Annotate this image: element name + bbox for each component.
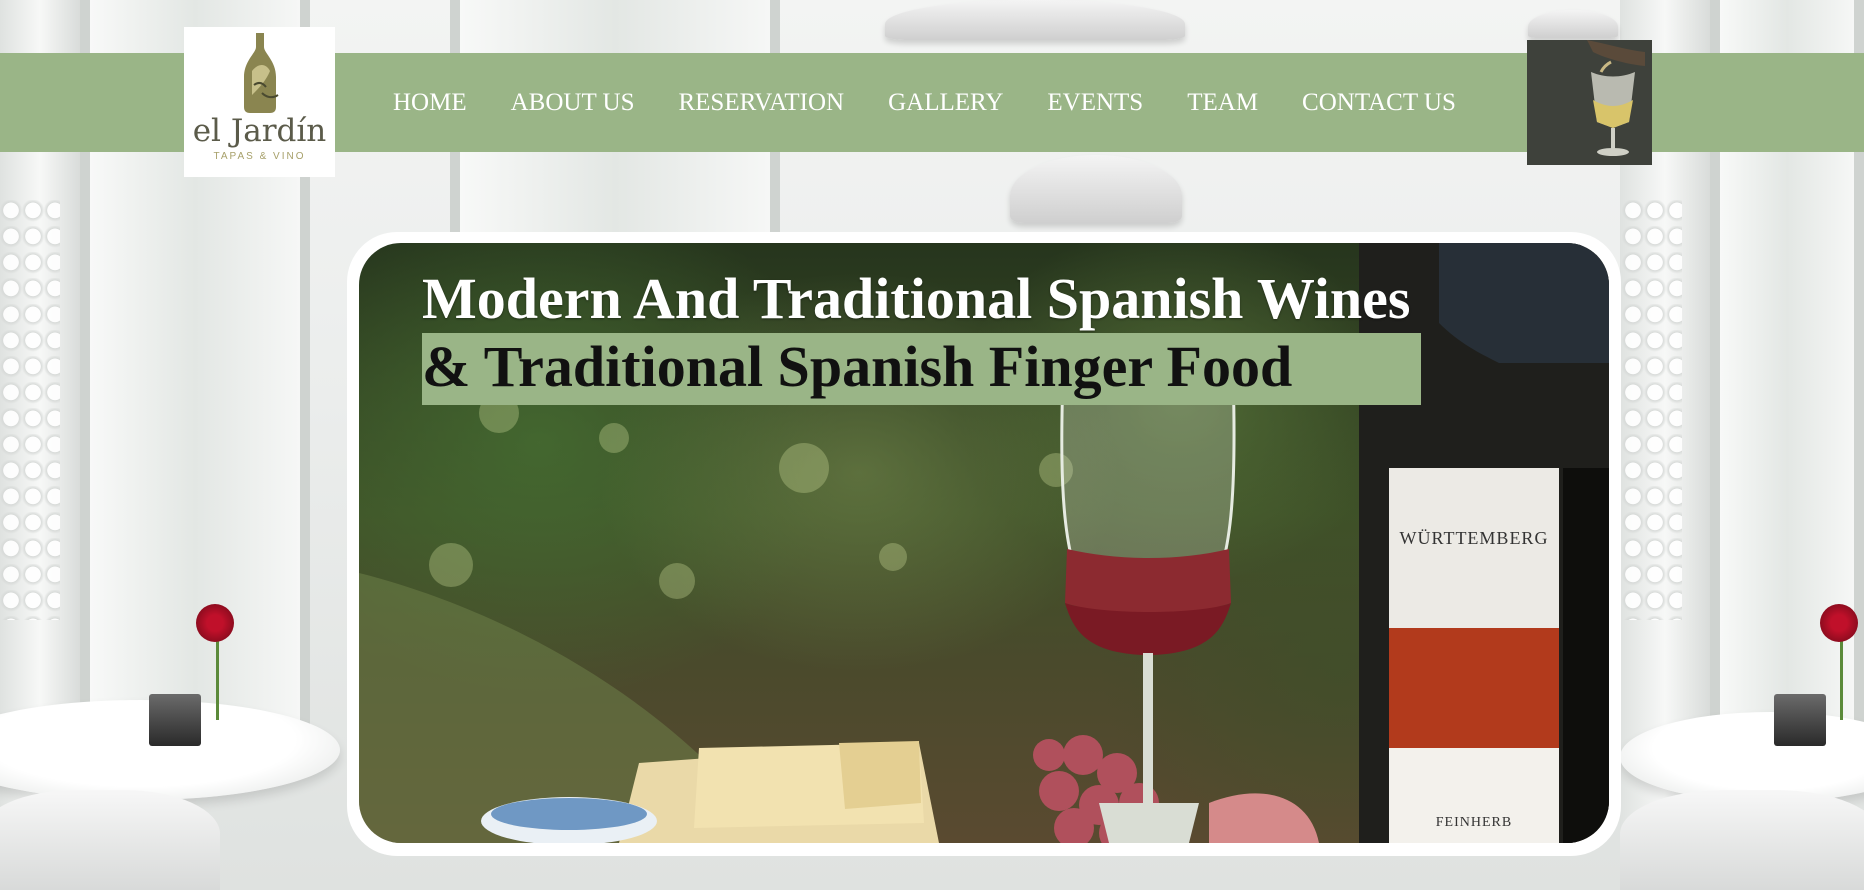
brand-logo[interactable]: el Jardín TAPAS & VINO: [184, 27, 335, 177]
hero-banner: WÜRTTEMBERG FEINHERB Modern And Traditio…: [359, 243, 1609, 843]
nav-team[interactable]: TEAM: [1165, 89, 1280, 117]
nav-reservation[interactable]: RESERVATION: [656, 89, 866, 117]
background-chair: [1620, 790, 1864, 890]
background-wall-pattern: [1622, 200, 1682, 620]
red-flower: [1820, 604, 1858, 642]
hero-title-line2: & Traditional Spanish Finger Food: [422, 333, 1421, 405]
napkin-holder: [149, 694, 201, 746]
nav-gallery[interactable]: GALLERY: [866, 89, 1025, 117]
bottle-label-text: WÜRTTEMBERG: [1399, 528, 1549, 548]
background-wall-pattern: [0, 200, 60, 620]
hero-title-line1: Modern And Traditional Spanish Wines: [422, 266, 1411, 331]
background-chair: [0, 790, 220, 890]
ceiling-lamp: [885, 0, 1185, 40]
brand-tagline: TAPAS & VINO: [213, 151, 306, 162]
napkin-holder: [1774, 694, 1826, 746]
wine-bottle-icon: [243, 33, 279, 113]
wine-pour-icon: [1527, 40, 1652, 165]
bottle-label-bottom-text: FEINHERB: [1435, 815, 1513, 830]
brand-name: el Jardín: [192, 113, 327, 149]
red-flower: [196, 604, 234, 642]
ceiling-lamp: [1528, 10, 1618, 38]
nav-events[interactable]: EVENTS: [1025, 89, 1165, 117]
nav-home[interactable]: HOME: [371, 89, 489, 117]
ceiling-lamp: [1010, 155, 1182, 223]
nav-contact-us[interactable]: CONTACT US: [1280, 89, 1478, 117]
main-nav: HOME ABOUT US RESERVATION GALLERY EVENTS…: [371, 53, 1478, 152]
nav-about-us[interactable]: ABOUT US: [489, 89, 657, 117]
wine-pour-image: [1527, 40, 1652, 165]
